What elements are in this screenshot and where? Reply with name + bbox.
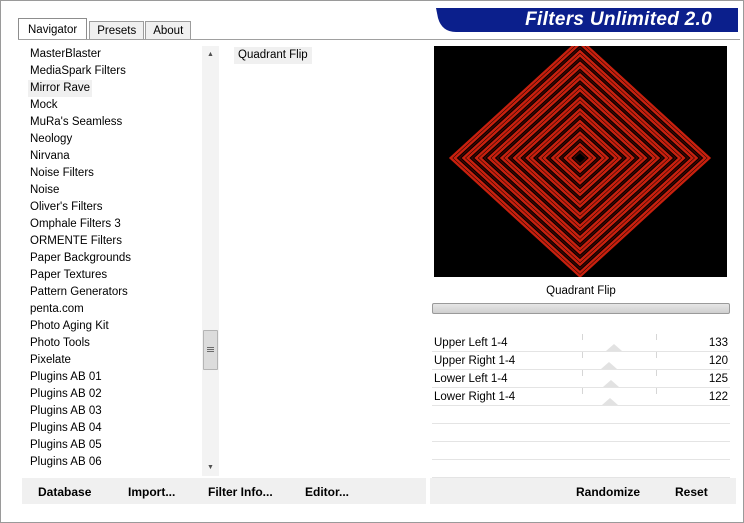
- slider-row[interactable]: Lower Left 1-4 125: [432, 370, 730, 388]
- pattern-diamond: [499, 84, 661, 232]
- banner-title: Filters Unlimited 2.0: [525, 9, 712, 30]
- category-item[interactable]: Plugins AB 02: [28, 386, 104, 403]
- empty-slider-row: [432, 442, 730, 460]
- slider-label: Upper Right 1-4: [434, 355, 516, 367]
- slider-tick: [656, 370, 657, 376]
- slider-tick: [582, 352, 583, 358]
- filter-info-label: Filter Info...: [208, 485, 273, 499]
- category-item[interactable]: Noise Filters: [28, 165, 96, 182]
- product-banner: Filters Unlimited 2.0: [436, 8, 738, 32]
- database-button[interactable]: Database: [38, 485, 91, 499]
- editor-button[interactable]: Editor...: [305, 485, 349, 499]
- slider-thumb[interactable]: [601, 362, 618, 369]
- progress-bar: [432, 303, 730, 314]
- empty-slider-row: [432, 460, 730, 478]
- toolbar-left: Database Import... Filter Info... Editor…: [22, 478, 426, 504]
- category-item[interactable]: Paper Backgrounds: [28, 250, 133, 267]
- slider-value: 133: [708, 337, 728, 349]
- empty-slider-row: [432, 424, 730, 442]
- slider-thumb[interactable]: [603, 380, 620, 387]
- slider-row[interactable]: Lower Right 1-4 122: [432, 388, 730, 406]
- slider-tick: [656, 334, 657, 340]
- category-item[interactable]: Plugins AB 06: [28, 454, 104, 471]
- tab-navigator[interactable]: Navigator: [18, 18, 88, 40]
- empty-slider-row: [432, 406, 730, 424]
- category-scrollbar[interactable]: ▲ ▼: [202, 46, 219, 476]
- preview-caption: Quadrant Flip: [546, 285, 616, 297]
- category-item[interactable]: Nirvana: [28, 148, 72, 165]
- slider-label: Upper Left 1-4: [434, 337, 508, 349]
- pattern-diamond: [458, 46, 702, 270]
- slider-tick: [656, 388, 657, 394]
- pattern-diamond: [529, 111, 631, 205]
- slider-thumb[interactable]: [605, 344, 622, 351]
- slider-tick: [582, 388, 583, 394]
- scroll-thumb[interactable]: [203, 330, 218, 370]
- slider-value: 125: [708, 373, 728, 385]
- import-button[interactable]: Import...: [128, 485, 175, 499]
- parameter-sliders: Upper Left 1-4 133 Upper Right 1-4 120 Lower…: [432, 334, 730, 478]
- tab-about[interactable]: About: [145, 21, 192, 40]
- scroll-up-arrow-icon[interactable]: ▲: [202, 46, 219, 63]
- category-item[interactable]: Noise: [28, 182, 61, 199]
- slider-label: Lower Left 1-4: [434, 373, 508, 385]
- category-item[interactable]: Plugins AB 01: [28, 369, 104, 386]
- category-list[interactable]: MasterBlaster MediaSpark Filters Mirror Ra…: [24, 46, 220, 476]
- category-item[interactable]: Photo Aging Kit: [28, 318, 111, 335]
- category-item[interactable]: ORMENTE Filters: [28, 233, 124, 250]
- scroll-down-arrow-icon[interactable]: ▼: [202, 459, 219, 476]
- slider-value: 122: [708, 391, 728, 403]
- category-item[interactable]: Plugins AB 05: [28, 437, 104, 454]
- tab-strip: Navigator Presets About: [18, 18, 192, 40]
- category-item[interactable]: Omphale Filters 3: [28, 216, 123, 233]
- category-item[interactable]: Pixelate: [28, 352, 73, 369]
- editor-label: Editor...: [305, 485, 350, 499]
- category-item[interactable]: Paper Textures: [28, 267, 109, 284]
- toolbar-right: Randomize Reset: [430, 478, 736, 504]
- preview-image: [434, 46, 727, 277]
- slider-tick: [582, 334, 583, 340]
- slider-tick: [582, 370, 583, 376]
- reset-button[interactable]: Reset: [675, 485, 708, 499]
- category-item[interactable]: Mock: [28, 97, 59, 114]
- reset-label: Reset: [675, 485, 708, 499]
- category-item[interactable]: MediaSpark Filters: [28, 63, 128, 80]
- filter-info-button[interactable]: Filter Info...: [208, 485, 273, 499]
- randomize-label: Randomize: [576, 485, 641, 499]
- slider-row[interactable]: Upper Left 1-4 133: [432, 334, 730, 352]
- category-item[interactable]: Mirror Rave: [28, 80, 93, 97]
- category-item[interactable]: Photo Tools: [28, 335, 92, 352]
- category-item[interactable]: Pattern Generators: [28, 284, 130, 301]
- database-label: Database: [38, 485, 92, 499]
- grip-icon: [207, 347, 214, 353]
- slider-label: Lower Right 1-4: [434, 391, 516, 403]
- filter-list[interactable]: Quadrant Flip: [226, 46, 426, 476]
- category-item[interactable]: Oliver's Filters: [28, 199, 104, 216]
- slider-tick: [656, 352, 657, 358]
- category-item[interactable]: Plugins AB 04: [28, 420, 104, 437]
- category-item[interactable]: Neology: [28, 131, 74, 148]
- tab-presets[interactable]: Presets: [89, 21, 145, 40]
- category-item[interactable]: MuRa's Seamless: [28, 114, 124, 131]
- slider-value: 120: [708, 355, 728, 367]
- randomize-button[interactable]: Randomize: [576, 485, 640, 499]
- quadrant-flip-pattern: [448, 46, 712, 277]
- category-item[interactable]: penta.com: [28, 301, 86, 318]
- category-item[interactable]: Plugins AB 03: [28, 403, 104, 420]
- slider-thumb[interactable]: [602, 398, 619, 405]
- import-label: Import...: [128, 485, 176, 499]
- category-item[interactable]: MasterBlaster: [28, 46, 103, 63]
- filter-item-quadrant-flip[interactable]: Quadrant Flip: [234, 47, 312, 64]
- slider-row[interactable]: Upper Right 1-4 120: [432, 352, 730, 370]
